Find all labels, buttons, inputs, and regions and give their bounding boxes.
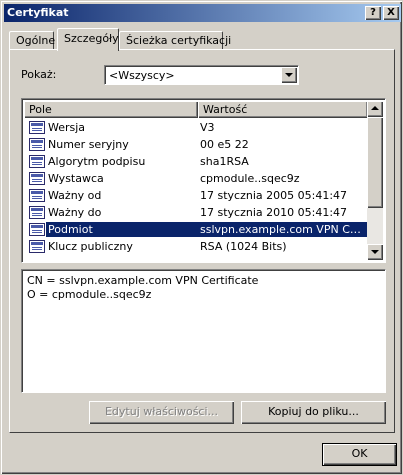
- field-value: sha1RSA: [200, 155, 249, 168]
- detail-line: O = cpmodule..sqec9z: [27, 288, 152, 301]
- show-dropdown-value: <Wszyscy>: [109, 69, 175, 82]
- show-dropdown[interactable]: <Wszyscy>: [104, 65, 299, 85]
- close-button[interactable]: X: [383, 6, 399, 20]
- scroll-down-arrow-icon[interactable]: [367, 244, 383, 260]
- list-header: Pole Wartość: [24, 101, 368, 118]
- field-value: cpmodule..sqec9z: [200, 172, 300, 185]
- tab-details[interactable]: Szczegóły: [57, 28, 119, 51]
- ok-button[interactable]: OK: [322, 443, 397, 466]
- list-item[interactable]: Algorytm podpisu sha1RSA: [24, 153, 368, 170]
- list-item[interactable]: Ważny do 17 stycznia 2010 05:41:47: [24, 204, 368, 221]
- show-label: Pokaż:: [21, 68, 57, 81]
- field-value: 17 stycznia 2010 05:41:47: [200, 206, 348, 219]
- field-value: sslvpn.example.com VPN Certi...: [198, 222, 368, 237]
- field-name: Ważny od: [48, 189, 102, 202]
- tab-general[interactable]: Ogólne: [9, 31, 55, 50]
- certificate-dialog: Certyfikat ? X Ogólne Szczegóły Ścieżka …: [0, 0, 403, 475]
- field-name: Podmiot: [46, 222, 198, 237]
- column-header-value[interactable]: Wartość: [198, 101, 368, 118]
- scroll-up-arrow-icon[interactable]: [367, 101, 383, 117]
- list-item-selected[interactable]: Podmiot sslvpn.example.com VPN Certi...: [24, 221, 368, 238]
- field-value: 00 e5 22: [200, 138, 249, 151]
- edit-properties-button[interactable]: Edytuj właściwości...: [89, 401, 234, 424]
- certificate-field-icon: [29, 138, 45, 151]
- tab-certification-path[interactable]: Ścieżka certyfikacji: [119, 31, 231, 50]
- vertical-scrollbar[interactable]: [367, 101, 383, 260]
- field-name: Ważny do: [48, 206, 102, 219]
- field-value: RSA (1024 Bits): [200, 240, 287, 253]
- certificate-field-icon: [29, 189, 45, 202]
- list-item[interactable]: Numer seryjny 00 e5 22: [24, 136, 368, 153]
- detail-line: CN = sslvpn.example.com VPN Certificate: [27, 274, 259, 287]
- certificate-field-icon: [29, 172, 45, 185]
- field-detail-textbox[interactable]: CN = sslvpn.example.com VPN Certificate …: [21, 269, 386, 393]
- field-value: V3: [200, 121, 215, 134]
- fields-list[interactable]: Pole Wartość Wersja V3 Numer seryjny 00 …: [21, 98, 386, 263]
- certificate-field-icon: [29, 206, 45, 219]
- scrollbar-thumb[interactable]: [367, 117, 383, 208]
- field-name: Klucz publiczny: [48, 240, 133, 253]
- list-rows: Wersja V3 Numer seryjny 00 e5 22 Algoryt…: [24, 119, 368, 255]
- column-header-field[interactable]: Pole: [24, 101, 198, 118]
- list-item[interactable]: Wersja V3: [24, 119, 368, 136]
- field-name: Wystawca: [48, 172, 104, 185]
- window-title: Certyfikat: [7, 6, 69, 19]
- certificate-field-icon: [29, 240, 45, 253]
- field-name: Numer seryjny: [48, 138, 129, 151]
- title-bar[interactable]: Certyfikat ? X: [4, 4, 401, 22]
- field-name: Wersja: [48, 121, 86, 134]
- certificate-field-icon: [29, 223, 45, 236]
- chevron-down-icon[interactable]: [281, 67, 297, 83]
- copy-to-file-button[interactable]: Kopiuj do pliku...: [241, 401, 386, 424]
- list-item[interactable]: Ważny od 17 stycznia 2005 05:41:47: [24, 187, 368, 204]
- certificate-field-icon: [29, 121, 45, 134]
- list-item[interactable]: Klucz publiczny RSA (1024 Bits): [24, 238, 368, 255]
- help-button[interactable]: ?: [365, 6, 381, 20]
- field-value: 17 stycznia 2005 05:41:47: [200, 189, 348, 202]
- list-item[interactable]: Wystawca cpmodule..sqec9z: [24, 170, 368, 187]
- field-name: Algorytm podpisu: [48, 155, 146, 168]
- certificate-field-icon: [29, 155, 45, 168]
